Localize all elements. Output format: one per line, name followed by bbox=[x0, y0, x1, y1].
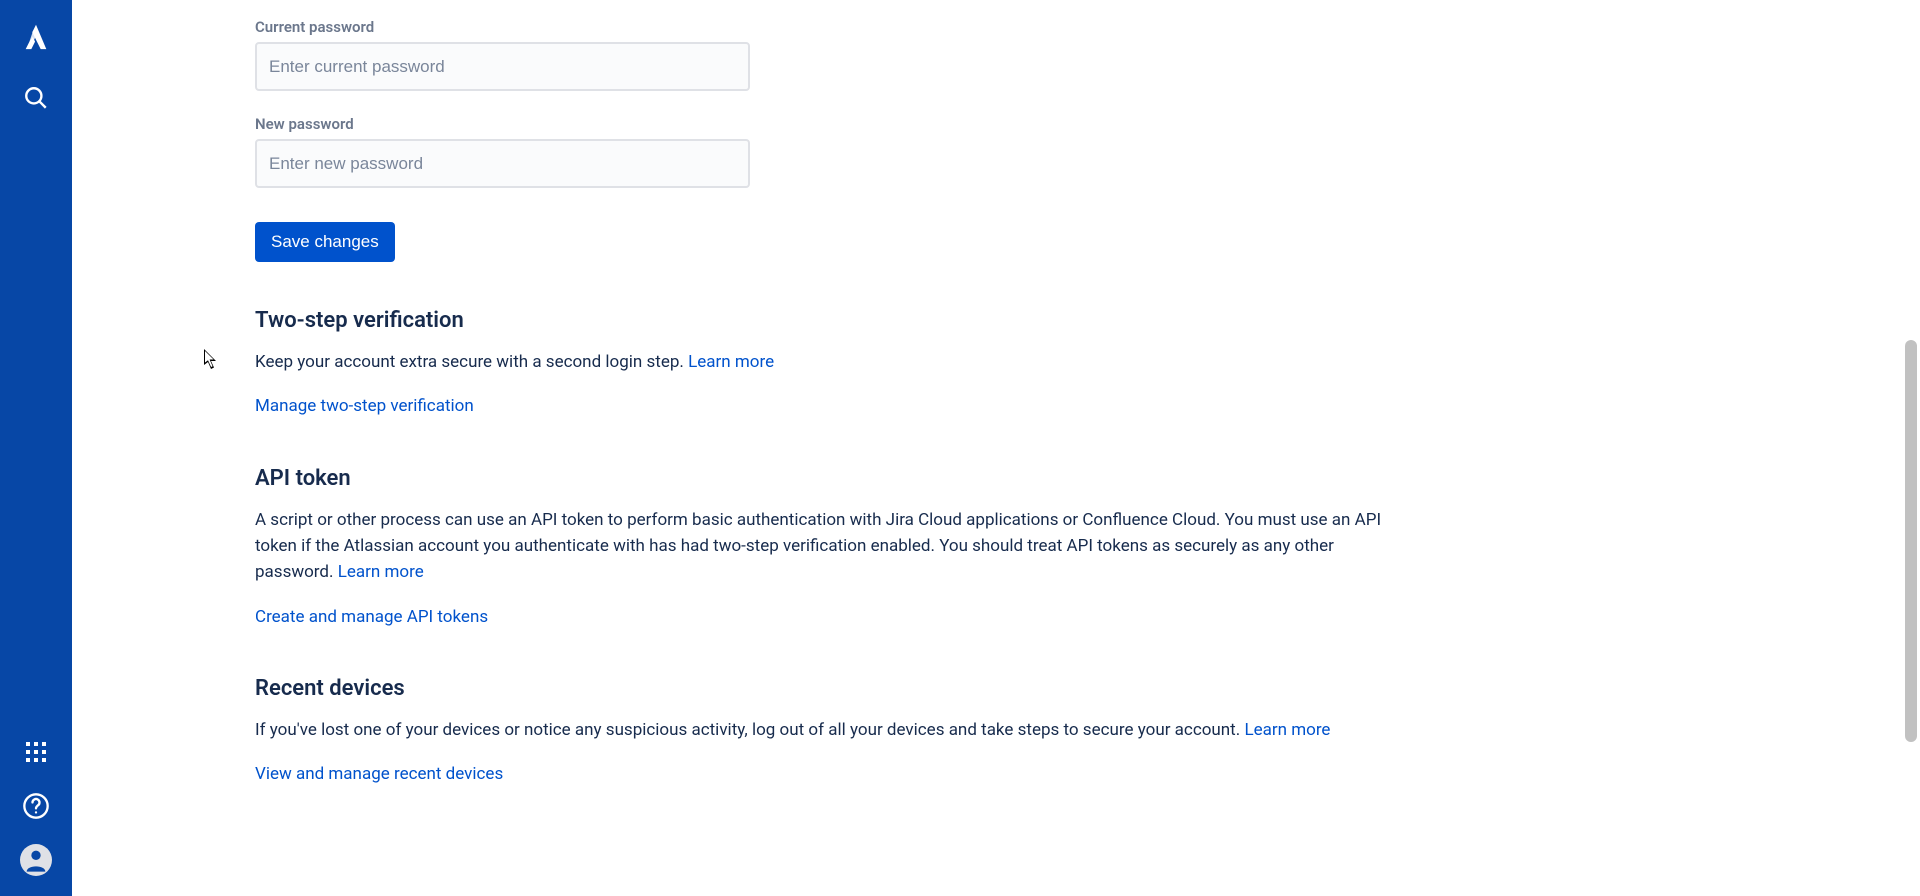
two-step-learn-more-link[interactable]: Learn more bbox=[688, 352, 774, 372]
current-password-group: Current password bbox=[255, 18, 1415, 91]
main-content: Current password New password Save chang… bbox=[72, 0, 1920, 896]
new-password-label: New password bbox=[255, 115, 1415, 133]
help-icon[interactable] bbox=[20, 790, 52, 822]
recent-devices-learn-more-link[interactable]: Learn more bbox=[1244, 720, 1330, 740]
create-api-tokens-link[interactable]: Create and manage API tokens bbox=[255, 607, 488, 627]
sidebar-top-group bbox=[0, 20, 72, 114]
two-step-description: Keep your account extra secure with a se… bbox=[255, 349, 1415, 375]
atlassian-logo-icon[interactable] bbox=[20, 20, 52, 52]
app-switcher-icon[interactable] bbox=[20, 736, 52, 768]
new-password-input[interactable] bbox=[255, 139, 750, 188]
sidebar-bottom-group bbox=[0, 736, 72, 876]
new-password-group: New password bbox=[255, 115, 1415, 188]
search-icon[interactable] bbox=[20, 82, 52, 114]
api-token-description: A script or other process can use an API… bbox=[255, 507, 1415, 586]
current-password-label: Current password bbox=[255, 18, 1415, 36]
two-step-heading: Two-step verification bbox=[255, 308, 1415, 333]
profile-avatar-icon[interactable] bbox=[20, 844, 52, 876]
scrollbar-thumb[interactable] bbox=[1905, 340, 1917, 742]
api-token-heading: API token bbox=[255, 466, 1415, 491]
view-recent-devices-link[interactable]: View and manage recent devices bbox=[255, 764, 503, 784]
save-changes-button[interactable]: Save changes bbox=[255, 222, 395, 262]
api-token-section: API token A script or other process can … bbox=[255, 466, 1415, 630]
current-password-input[interactable] bbox=[255, 42, 750, 91]
recent-devices-section: Recent devices If you've lost one of you… bbox=[255, 676, 1415, 788]
recent-devices-description: If you've lost one of your devices or no… bbox=[255, 717, 1415, 743]
sidebar-nav bbox=[0, 0, 72, 896]
scrollbar-track[interactable] bbox=[1902, 0, 1920, 896]
recent-devices-heading: Recent devices bbox=[255, 676, 1415, 701]
two-step-section: Two-step verification Keep your account … bbox=[255, 308, 1415, 420]
api-token-learn-more-link[interactable]: Learn more bbox=[338, 562, 424, 582]
manage-two-step-link[interactable]: Manage two-step verification bbox=[255, 396, 474, 416]
